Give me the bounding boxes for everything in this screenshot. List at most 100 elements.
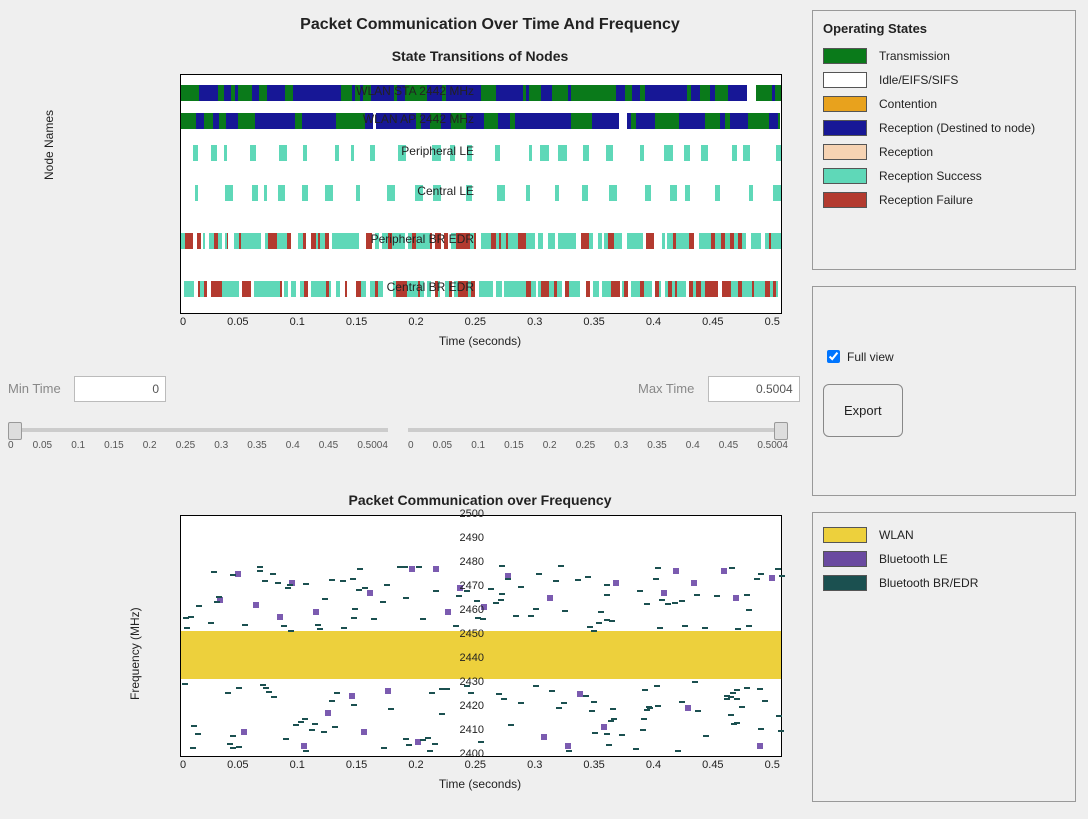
tick: 0.3: [527, 759, 542, 771]
tick: 0.2: [408, 316, 423, 328]
legend-label: Bluetooth LE: [879, 552, 948, 566]
legend-item: WLAN: [823, 523, 1065, 547]
legend-swatch: [823, 120, 867, 136]
legend-swatch: [823, 96, 867, 112]
tick: 0.2: [408, 759, 423, 771]
legend-item: Bluetooth LE: [823, 547, 1065, 571]
tick: 2460: [444, 604, 484, 616]
tick: 0.3: [214, 440, 228, 451]
bottom-xlabel: Time (seconds): [180, 777, 780, 791]
min-time-label: Min Time: [8, 381, 61, 396]
tick: 0.3: [527, 316, 542, 328]
tick: 0.4: [646, 316, 661, 328]
bottom-chart-title: Packet Communication over Frequency: [180, 492, 780, 508]
tick: 2410: [444, 724, 484, 736]
tick: 2420: [444, 700, 484, 712]
top-ylabel: Node Names: [42, 110, 56, 180]
full-view-input[interactable]: [827, 350, 840, 363]
tick: 0.05: [33, 440, 52, 451]
tick: 0.1: [290, 316, 305, 328]
node-label: Central LE: [304, 184, 474, 198]
view-controls-panel: Full view Export: [812, 286, 1076, 496]
top-xticks: 0 0.05 0.1 0.15 0.2 0.25 0.3 0.35 0.4 0.45 0.5: [180, 316, 780, 328]
tick: 2490: [444, 532, 484, 544]
tick: 0.45: [702, 759, 723, 771]
tick: 0.15: [104, 440, 123, 451]
tick: 0.5004: [757, 440, 788, 451]
legend-swatch: [823, 575, 867, 591]
tick: 0: [180, 759, 186, 771]
top-chart-title: State Transitions of Nodes: [180, 48, 780, 64]
node-label: Central BR EDR: [304, 280, 474, 294]
legend-label: Idle/EIFS/SIFS: [879, 73, 958, 87]
tick: 2440: [444, 652, 484, 664]
tick: 0.25: [176, 440, 195, 451]
legend-label: Reception: [879, 145, 933, 159]
legend-label: Reception Failure: [879, 193, 973, 207]
tick: 0.45: [319, 440, 338, 451]
legend-label: WLAN: [879, 528, 914, 542]
state-transitions-axes[interactable]: [180, 74, 782, 314]
legend-swatch: [823, 551, 867, 567]
main-title: Packet Communication Over Time And Frequ…: [190, 16, 790, 34]
bottom-xticks: 00.050.10.150.20.250.30.350.40.450.5: [180, 759, 780, 771]
tick: 0.25: [465, 759, 486, 771]
legend-swatch: [823, 527, 867, 543]
export-button[interactable]: Export: [823, 384, 903, 437]
legend-item: Reception Success: [823, 164, 1065, 188]
tick: 0.05: [227, 759, 248, 771]
tick: 0.2: [143, 440, 157, 451]
legend-label: Reception (Destined to node): [879, 121, 1035, 135]
tick: 0.3: [614, 440, 628, 451]
full-view-checkbox[interactable]: Full view: [823, 347, 1065, 366]
legend-item: Reception Failure: [823, 188, 1065, 212]
tick: 0.15: [346, 316, 367, 328]
tick: 0.4: [686, 440, 700, 451]
max-time-label: Max Time: [638, 381, 694, 396]
legend-swatch: [823, 48, 867, 64]
tick: 0.5: [765, 316, 780, 328]
tick: 0.25: [465, 316, 486, 328]
legend-item: Reception (Destined to node): [823, 116, 1065, 140]
legend-item: Bluetooth BR/EDR: [823, 571, 1065, 595]
legend-item: Idle/EIFS/SIFS: [823, 68, 1065, 92]
legend-label: Contention: [879, 97, 937, 111]
tick: 2430: [444, 676, 484, 688]
tick: 0.4: [646, 759, 661, 771]
bottom-ylabel: Frequency (MHz): [128, 607, 142, 700]
tick: 2470: [444, 580, 484, 592]
node-label: WLAN STA 2442 MHz: [304, 84, 474, 98]
max-time-slider[interactable]: 00.050.10.150.20.250.30.350.40.450.5004: [408, 414, 788, 451]
legend-swatch: [823, 144, 867, 160]
legend-swatch: [823, 72, 867, 88]
tick: 0.15: [346, 759, 367, 771]
legend-item: Transmission: [823, 44, 1065, 68]
tick: 0.1: [290, 759, 305, 771]
tick: 2500: [444, 508, 484, 520]
tick: 0.45: [702, 316, 723, 328]
min-time-input[interactable]: [74, 376, 166, 402]
legend-title: Operating States: [823, 21, 1065, 36]
legend-label: Bluetooth BR/EDR: [879, 576, 978, 590]
node-label: Peripheral LE: [304, 144, 474, 158]
tick: 0: [180, 316, 186, 328]
tick: 0.35: [583, 316, 604, 328]
max-time-input[interactable]: [708, 376, 800, 402]
tick: 0.2: [543, 440, 557, 451]
legend-item: Contention: [823, 92, 1065, 116]
operating-states-legend: Operating States Transmission Idle/EIFS/S…: [812, 10, 1076, 270]
node-label: WLAN AP 2442 MHz: [304, 112, 474, 126]
tick: 0: [8, 440, 14, 451]
tick: 0.05: [227, 316, 248, 328]
tick: 0.5004: [357, 440, 388, 451]
tick: 0.15: [504, 440, 523, 451]
tick: 0.45: [719, 440, 738, 451]
top-xlabel: Time (seconds): [180, 334, 780, 348]
tick: 0.35: [583, 759, 604, 771]
frequency-legend: WLAN Bluetooth LE Bluetooth BR/EDR: [812, 512, 1076, 802]
full-view-label: Full view: [847, 350, 894, 364]
min-time-slider[interactable]: 00.050.10.150.20.250.30.350.40.450.5004: [8, 414, 388, 451]
tick: 0: [408, 440, 414, 451]
legend-label: Transmission: [879, 49, 950, 63]
tick: 2450: [444, 628, 484, 640]
